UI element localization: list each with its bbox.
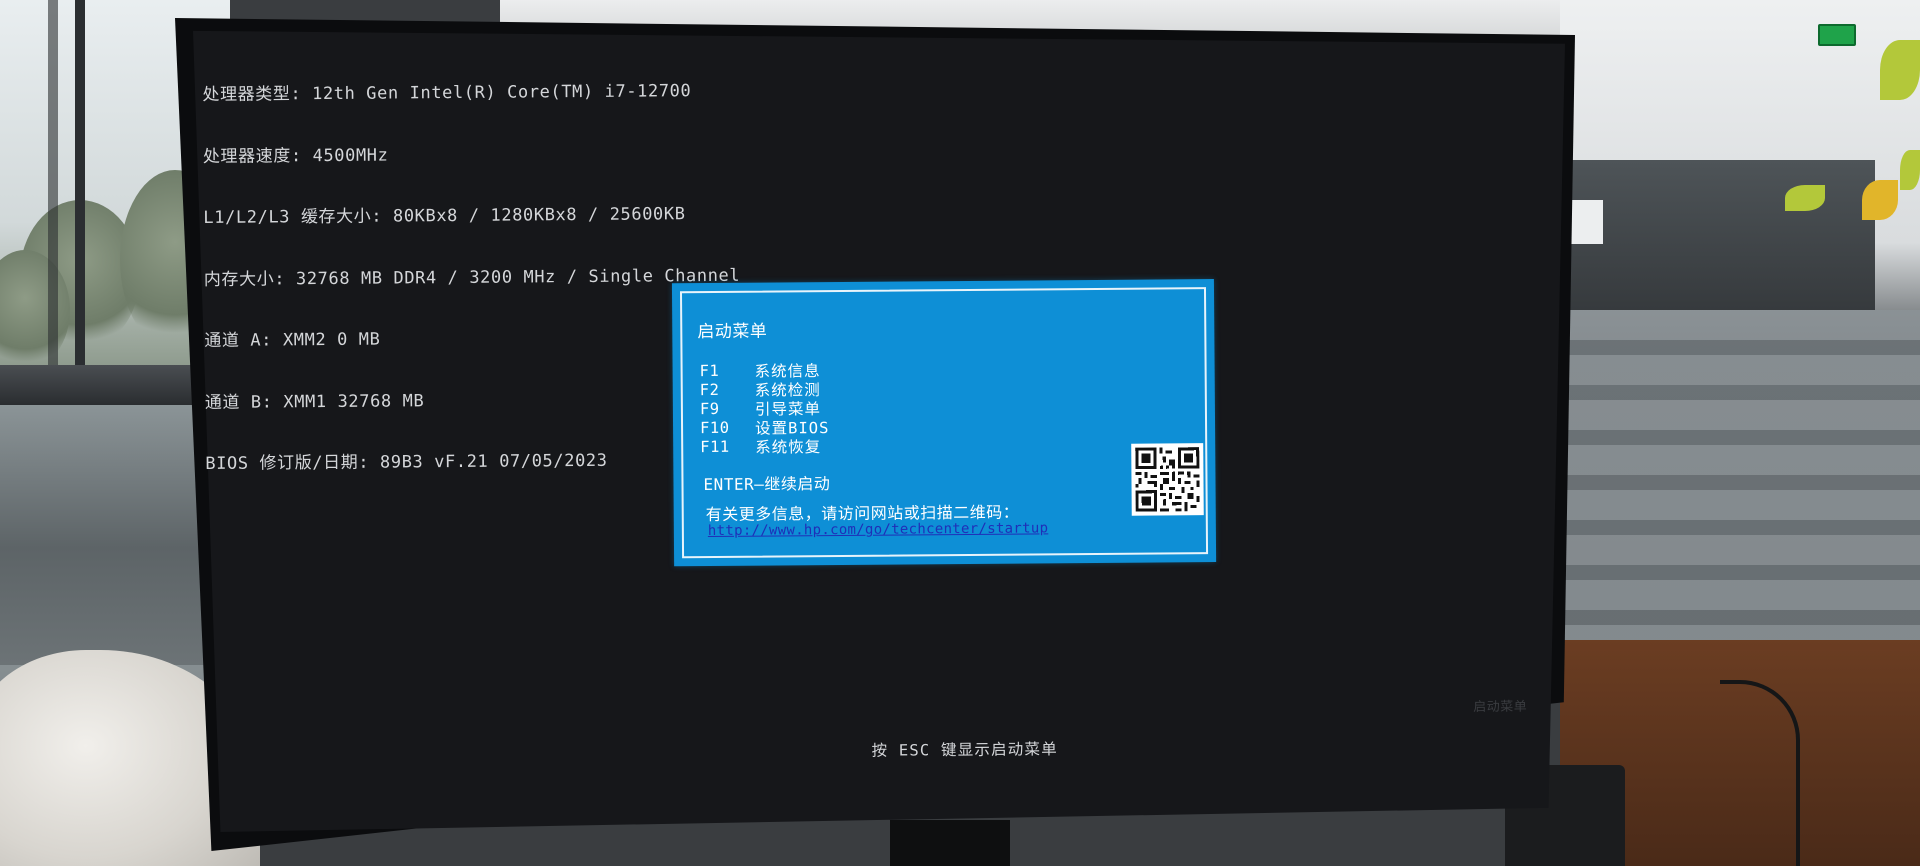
system-info-panel: 处理器类型: 12th Gen Intel(R) Core(TM) i7-127… — [202, 40, 742, 516]
menu-item-key: F9 — [699, 399, 720, 418]
menu-item-key: F11 — [700, 437, 730, 456]
memory-channel-b: 通道 B: XMM1 32768 MB — [204, 390, 425, 413]
continue-startup-option[interactable]: ENTER—继续启动 — [703, 470, 830, 495]
menu-item-label: 系统恢复 — [755, 437, 822, 457]
bios-post-screen: 处理器类型: 12th Gen Intel(R) Core(TM) i7-127… — [0, 0, 1920, 866]
startup-menu-title: 启动菜单 — [697, 321, 768, 343]
memory-size: 内存大小: 32768 MB DDR4 / 3200 MHz / Single … — [203, 265, 741, 290]
cache-size: L1/L2/L3 缓存大小: 80KBx8 / 1280KBx8 / 25600… — [203, 204, 686, 228]
menu-item-system-recovery[interactable]: F11 系统恢复 — [700, 436, 829, 456]
startup-menu-dialog: 启动菜单 F1 系统信息 F2 系统检测 F9 引导菜单 F10 设置BIOS — [671, 279, 1217, 567]
menu-item-key: F2 — [699, 380, 720, 399]
monitor-osd-text: 启动菜单 — [1473, 699, 1528, 716]
processor-speed: 处理器速度: 4500MHz — [202, 145, 389, 167]
bios-revision: BIOS 修订版/日期: 89B3 vF.21 07/05/2023 — [205, 450, 608, 474]
photo-scene: 处理器类型: 12th Gen Intel(R) Core(TM) i7-127… — [0, 0, 1920, 866]
startup-menu-list: F1 系统信息 F2 系统检测 F9 引导菜单 F10 设置BIOS F11 系… — [700, 360, 830, 456]
qr-code-icon — [1131, 443, 1204, 516]
menu-item-key: F1 — [699, 361, 720, 380]
esc-hint-text: 按 ESC 键显示启动菜单 — [871, 740, 1058, 760]
menu-item-key: F10 — [699, 418, 730, 437]
techcenter-link[interactable]: http://www.hp.com/go/techcenter/startup — [708, 520, 1049, 539]
processor-type: 处理器类型: 12th Gen Intel(R) Core(TM) i7-127… — [202, 81, 692, 105]
memory-channel-a: 通道 A: XMM2 0 MB — [204, 329, 381, 351]
